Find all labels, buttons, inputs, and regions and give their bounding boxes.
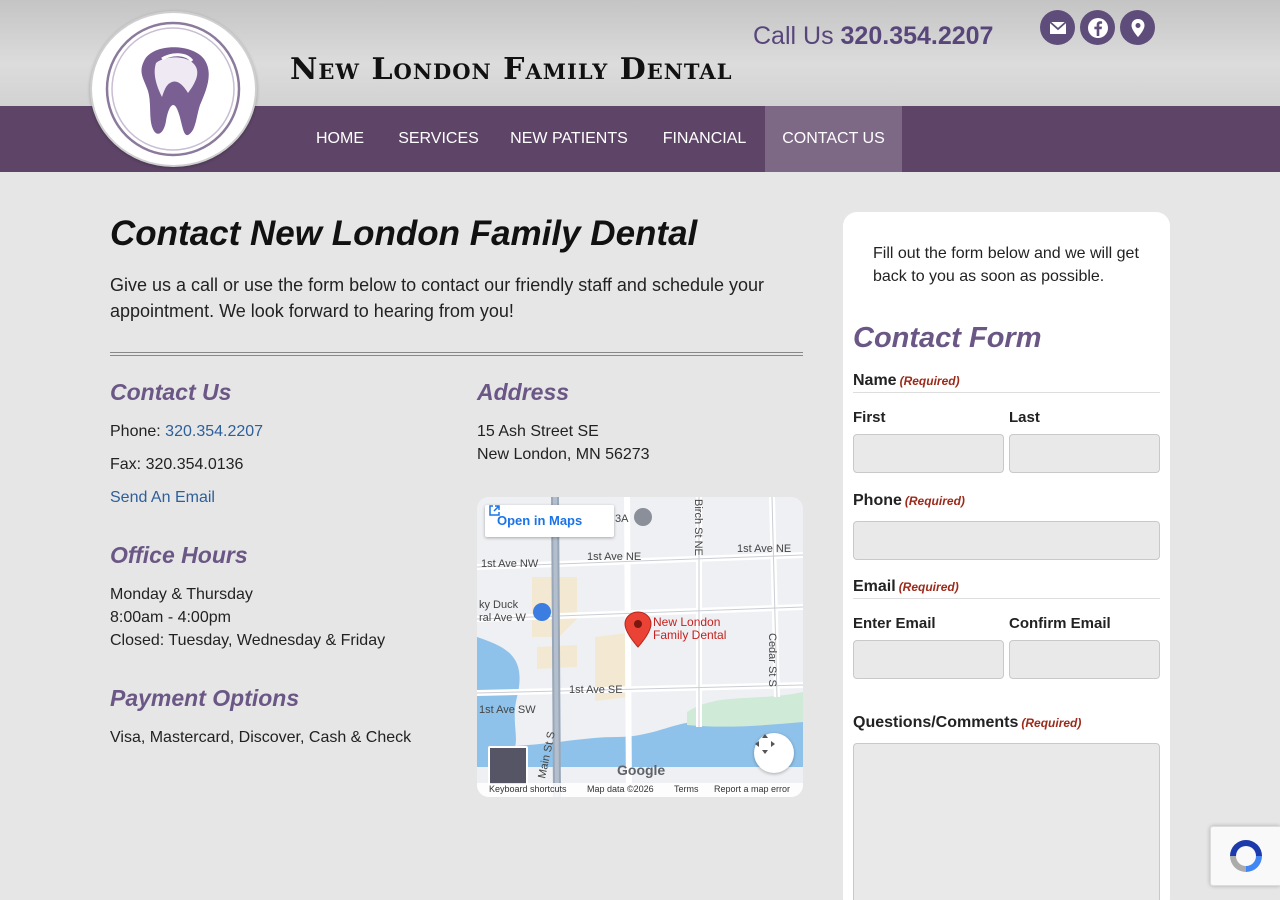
hours-days: Monday & Thursday bbox=[110, 586, 253, 603]
hours-time: 8:00am - 4:00pm bbox=[110, 609, 231, 626]
poi-pin-icon[interactable] bbox=[634, 508, 652, 526]
report-map-error-link[interactable]: Report a map error bbox=[714, 784, 790, 794]
email-field-label: Email (Required) bbox=[853, 578, 959, 596]
phone-field-label: Phone (Required) bbox=[853, 492, 965, 510]
name-label-text: Name bbox=[853, 372, 897, 389]
google-logo: Google bbox=[617, 762, 665, 778]
email-label-text: Email bbox=[853, 578, 896, 595]
first-name-input[interactable] bbox=[853, 434, 1004, 473]
intro-text: Give us a call or use the form below to … bbox=[110, 275, 765, 321]
last-name-input[interactable] bbox=[1009, 434, 1160, 473]
hours-heading: Office Hours bbox=[110, 542, 248, 568]
map-footer: Keyboard shortcuts Map data ©2026 Terms … bbox=[477, 783, 803, 797]
map-label-birch-st: Birch St NE bbox=[692, 499, 704, 556]
phone-link[interactable]: 320.354.2207 bbox=[165, 423, 263, 440]
comments-label-text: Questions/Comments bbox=[853, 714, 1019, 731]
address-line-1: 15 Ash Street SE bbox=[477, 423, 599, 440]
map-label-3a: 3A bbox=[615, 513, 629, 525]
last-name-label: Last bbox=[1009, 409, 1040, 426]
required-badge: (Required) bbox=[904, 494, 965, 508]
marker-label-2: Family Dental bbox=[653, 628, 726, 642]
map-label-ral-ave: ral Ave W bbox=[479, 612, 526, 624]
phone-label: Phone: bbox=[110, 423, 161, 440]
map-label-ky-duck: ky Duck bbox=[479, 599, 519, 611]
comments-textarea[interactable] bbox=[853, 743, 1160, 900]
map-label-1st-ave-se: 1st Ave SE bbox=[569, 684, 623, 696]
site-brand[interactable]: New London Family Dental bbox=[290, 52, 732, 87]
facebook-icon[interactable] bbox=[1080, 10, 1115, 45]
call-us: Call Us 320.354.2207 bbox=[753, 22, 993, 51]
hours-closed: Closed: Tuesday, Wednesday & Friday bbox=[110, 632, 386, 649]
contact-form-card: Fill out the form below and we will get … bbox=[843, 212, 1170, 900]
map-layer-thumbnail[interactable] bbox=[488, 746, 528, 786]
send-email-link[interactable]: Send An Email bbox=[110, 489, 215, 507]
phone-input[interactable] bbox=[853, 521, 1160, 560]
map-label-cedar-st: Cedar St S bbox=[766, 633, 778, 687]
site-logo[interactable] bbox=[90, 11, 257, 167]
keyboard-shortcuts-link[interactable]: Keyboard shortcuts bbox=[489, 784, 567, 794]
form-intro: Fill out the form below and we will get … bbox=[873, 245, 1139, 285]
nav-contact-us[interactable]: CONTACT US bbox=[765, 106, 902, 172]
nav-services[interactable]: SERVICES bbox=[393, 106, 484, 172]
email-input[interactable] bbox=[853, 640, 1004, 679]
divider bbox=[853, 392, 1160, 393]
phone-label-text: Phone bbox=[853, 492, 902, 509]
section-divider bbox=[110, 352, 803, 356]
recaptcha-icon bbox=[1229, 840, 1262, 872]
enter-email-label: Enter Email bbox=[853, 615, 936, 632]
fullscreen-icon[interactable] bbox=[754, 733, 794, 773]
map-label-1st-ave-ne-2: 1st Ave NE bbox=[737, 543, 791, 555]
address-line-2: New London, MN 56273 bbox=[477, 446, 650, 463]
google-map[interactable]: 1st Ave NW 1st Ave NE 1st Ave NE Birch S… bbox=[477, 497, 803, 797]
required-badge: (Required) bbox=[898, 580, 959, 594]
poi-pin-icon[interactable] bbox=[533, 603, 551, 621]
recaptcha-badge[interactable] bbox=[1210, 826, 1280, 886]
tooth-logo-icon bbox=[105, 21, 241, 157]
required-badge: (Required) bbox=[899, 374, 960, 388]
open-maps-label: Open in Maps bbox=[497, 513, 583, 528]
address-heading: Address bbox=[477, 379, 570, 405]
map-label-1st-ave-ne: 1st Ave NE bbox=[587, 551, 641, 563]
phone-line: Phone: 320.354.2207 bbox=[110, 423, 263, 441]
payment-heading: Payment Options bbox=[110, 685, 300, 711]
terms-link[interactable]: Terms bbox=[674, 784, 699, 794]
map-label-1st-ave-sw: 1st Ave SW bbox=[479, 704, 536, 716]
marker-label-1: New London bbox=[653, 615, 720, 629]
map-pin-icon[interactable] bbox=[1120, 10, 1155, 45]
email-icon[interactable] bbox=[1040, 10, 1075, 45]
call-prefix: Call Us bbox=[753, 22, 834, 50]
map-data-text: Map data ©2026 bbox=[587, 784, 654, 794]
name-label: Name (Required) bbox=[853, 372, 960, 390]
external-link-icon bbox=[489, 505, 500, 516]
required-badge: (Required) bbox=[1021, 716, 1082, 730]
nav-financial[interactable]: FINANCIAL bbox=[654, 106, 755, 172]
confirm-email-input[interactable] bbox=[1009, 640, 1160, 679]
page-title: Contact New London Family Dental bbox=[110, 214, 698, 253]
header-phone-link[interactable]: 320.354.2207 bbox=[841, 22, 994, 50]
fax-line: Fax: 320.354.0136 bbox=[110, 456, 244, 473]
confirm-email-label: Confirm Email bbox=[1009, 615, 1111, 632]
open-in-maps-button[interactable]: Open in Maps bbox=[485, 505, 614, 537]
contact-heading: Contact Us bbox=[110, 379, 232, 405]
nav-new-patients[interactable]: NEW PATIENTS bbox=[502, 106, 636, 172]
form-title: Contact Form bbox=[853, 322, 1042, 354]
first-name-label: First bbox=[853, 409, 886, 426]
divider bbox=[853, 598, 1160, 599]
map-label-1st-ave-nw: 1st Ave NW bbox=[481, 558, 539, 570]
payment-text: Visa, Mastercard, Discover, Cash & Check bbox=[110, 729, 412, 746]
comments-label: Questions/Comments (Required) bbox=[853, 714, 1081, 732]
nav-home[interactable]: HOME bbox=[305, 106, 375, 172]
